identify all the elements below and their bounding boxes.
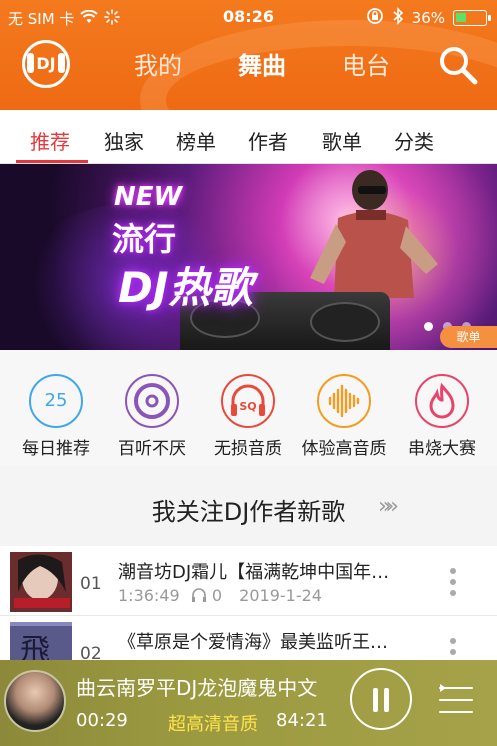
elapsed-time: 00:29 xyxy=(76,710,128,731)
now-playing-bar[interactable]: 曲云南罗平DJ龙泡魔鬼中文 00:29 超高清音质 84:21 xyxy=(0,660,497,746)
category-charts[interactable]: 榜单 xyxy=(176,126,216,155)
search-icon[interactable] xyxy=(437,44,479,86)
banner-subheadline: DJ热歌 xyxy=(118,263,253,312)
category-recommend[interactable]: 推荐 xyxy=(30,126,70,155)
tab-dance[interactable]: 舞曲 xyxy=(238,46,286,81)
list-item[interactable]: 01 潮音坊DJ霜儿【福满乾坤中国年… 1:36:49 0 2019-1-24 xyxy=(0,546,497,616)
song-plays: 0 xyxy=(211,586,223,605)
active-tab-indicator xyxy=(16,160,88,163)
song-duration: 1:36:49 xyxy=(118,586,180,605)
quick-label: 每日推荐 xyxy=(22,439,90,459)
status-bar: 无 SIM 卡 08:26 36% xyxy=(0,0,497,34)
flame-icon xyxy=(415,374,469,428)
category-genres[interactable]: 分类 xyxy=(394,126,434,155)
song-cover xyxy=(10,552,72,612)
song-date: 2019-1-24 xyxy=(239,586,322,605)
song-meta: 1:36:49 0 2019-1-24 xyxy=(118,586,322,605)
pause-button[interactable] xyxy=(350,668,412,730)
battery-percent: 36% xyxy=(411,9,445,27)
category-authors[interactable]: 作者 xyxy=(248,126,288,155)
app-header: 无 SIM 卡 08:26 36% DJ 我的 舞曲 电台 xyxy=(0,0,497,110)
song-title: 潮音坊DJ霜儿【福满乾坤中国年… xyxy=(118,562,390,583)
now-playing-cover[interactable] xyxy=(4,670,66,732)
quick-menu: 25 每日推荐 百听不厌 SQ 无损音质 体验高音质 串烧大赛 xyxy=(0,350,497,466)
quick-lossless[interactable]: SQ 无损音质 xyxy=(202,374,294,459)
calendar-icon: 25 xyxy=(29,374,83,428)
tab-radio[interactable]: 电台 xyxy=(342,46,390,81)
quick-daily-recommend[interactable]: 25 每日推荐 xyxy=(10,374,102,459)
now-playing-title: 曲云南罗平DJ龙泡魔鬼中文 xyxy=(76,676,318,700)
category-tabs: 推荐 独家 榜单 作者 歌单 分类 xyxy=(0,110,497,164)
calendar-day: 25 xyxy=(44,390,68,411)
battery-icon xyxy=(453,10,491,26)
tab-mine[interactable]: 我的 xyxy=(134,46,182,81)
quality-badge[interactable]: 超高清音质 xyxy=(168,710,258,736)
total-time: 84:21 xyxy=(276,710,328,731)
quick-label: 体验高音质 xyxy=(301,439,387,459)
page-dot-active[interactable] xyxy=(424,322,433,331)
banner-tag: 歌单 xyxy=(440,326,497,348)
song-number: 01 xyxy=(80,574,102,594)
rotation-lock-icon xyxy=(366,7,384,29)
headphones-sq-icon: SQ xyxy=(221,374,275,428)
section-title: 我关注DJ作者新歌 xyxy=(151,498,346,526)
headphone-play-icon xyxy=(191,586,212,605)
vinyl-icon xyxy=(125,374,179,428)
banner-new-label: NEW xyxy=(114,182,183,212)
bluetooth-icon xyxy=(392,7,404,29)
dj-logo[interactable]: DJ xyxy=(22,40,70,88)
waveform-icon xyxy=(317,374,371,428)
quick-hq-trial[interactable]: 体验高音质 xyxy=(298,374,390,459)
sq-text: SQ xyxy=(239,400,257,413)
more-options-icon[interactable] xyxy=(450,568,458,600)
quick-label: 无损音质 xyxy=(214,439,282,459)
song-title: 《草原是个爱情海》最美监听王… xyxy=(118,632,388,653)
quick-medley-contest[interactable]: 串烧大赛 xyxy=(396,374,488,459)
quick-evergreen[interactable]: 百听不厌 xyxy=(106,374,198,459)
status-right: 36% xyxy=(366,7,491,29)
promo-banner[interactable]: NEW 流行 DJ热歌 xyxy=(0,164,497,350)
quick-label: 串烧大赛 xyxy=(408,439,476,459)
category-playlists[interactable]: 歌单 xyxy=(322,126,362,155)
section-more-icon[interactable]: »» xyxy=(378,494,399,519)
top-nav: DJ 我的 舞曲 电台 xyxy=(0,34,497,96)
playlist-icon[interactable] xyxy=(436,684,476,716)
category-exclusive[interactable]: 独家 xyxy=(104,126,144,155)
quick-label: 百听不厌 xyxy=(118,439,186,459)
